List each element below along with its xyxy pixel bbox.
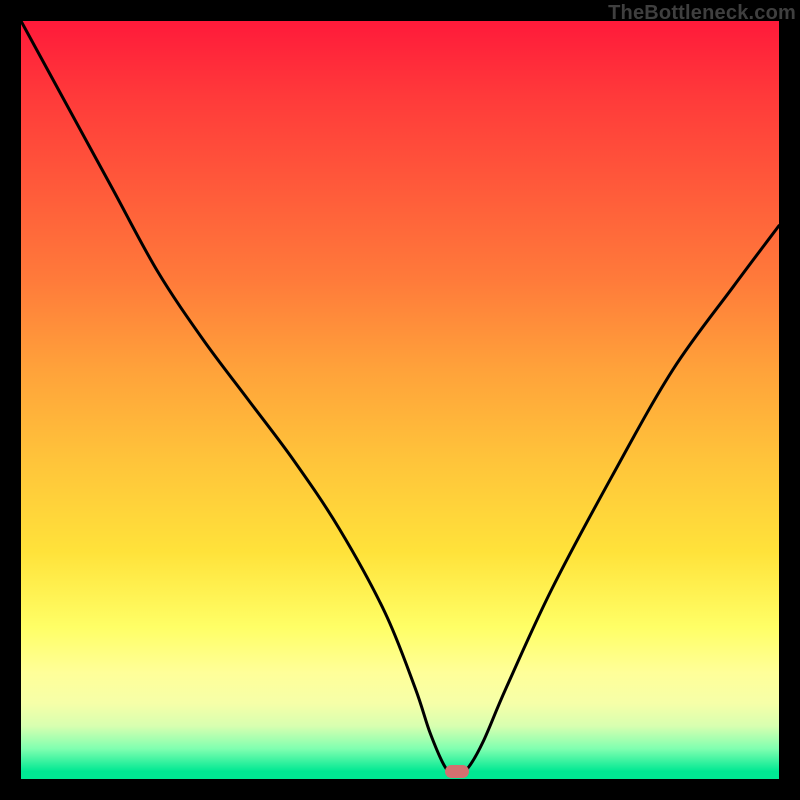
watermark-text: TheBottleneck.com bbox=[608, 2, 796, 25]
chart-plot-area bbox=[21, 21, 779, 779]
min-marker bbox=[445, 765, 469, 778]
bottleneck-curve bbox=[21, 21, 779, 779]
chart-frame: TheBottleneck.com bbox=[0, 0, 800, 800]
